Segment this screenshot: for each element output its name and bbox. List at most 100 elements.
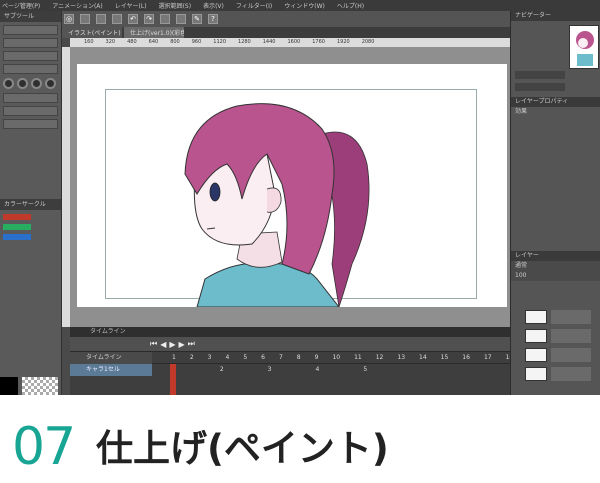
layer-thumbnail (525, 348, 547, 362)
frame-number[interactable]: 1 (172, 352, 176, 364)
red-slider[interactable] (3, 214, 31, 220)
brush-icon[interactable]: ✎ (192, 14, 202, 24)
menu-item-filter[interactable]: フィルター(I) (236, 1, 272, 10)
main-color-swatch[interactable] (0, 377, 18, 395)
tool-slot[interactable] (3, 119, 58, 129)
character-ear (266, 187, 282, 213)
ruler-tick: 1760 (312, 39, 325, 45)
frame-numbers: 1 2 3 4 5 6 7 8 9 10 11 12 13 14 15 16 1… (152, 352, 510, 364)
opacity-value[interactable]: 100 (511, 271, 600, 281)
next-frame-icon[interactable]: ▶ (179, 340, 185, 349)
menu-item-view[interactable]: 表示(V) (203, 1, 224, 10)
layer-panel-header: レイヤー (511, 251, 600, 261)
character-illustration (184, 103, 370, 307)
tool-slot[interactable] (3, 25, 58, 35)
opacity-slider[interactable] (3, 64, 58, 74)
open-file-icon[interactable] (96, 14, 106, 24)
playback-controls: ⏮ ◀ ▶ ▶ ⏭ (70, 337, 510, 351)
step-title: 仕上げ(ペイント) (96, 427, 389, 470)
save-icon[interactable] (112, 14, 122, 24)
layer-list (525, 309, 600, 395)
frame-number[interactable]: 10 (332, 352, 340, 364)
brush-shape-icon[interactable] (17, 78, 28, 89)
left-tool-panel: サブツール カラーサークル (0, 11, 62, 395)
new-file-icon[interactable] (80, 14, 90, 24)
zoom-slider[interactable] (515, 71, 565, 79)
frame-number[interactable]: 11 (354, 352, 362, 364)
layer-item[interactable] (525, 309, 600, 325)
blue-slider[interactable] (3, 234, 31, 240)
redo-icon[interactable]: ↷ (144, 14, 154, 24)
cell-number[interactable]: 5 (363, 364, 367, 376)
frame-number[interactable]: 9 (315, 352, 319, 364)
play-icon[interactable]: ▶ (169, 340, 175, 349)
frame-number[interactable]: 7 (279, 352, 283, 364)
ruler-tick: 1280 (238, 39, 251, 45)
timeline-row-label[interactable]: タイムライン (70, 351, 152, 364)
first-frame-icon[interactable]: ⏮ (150, 339, 157, 349)
app-logo-icon[interactable]: ◎ (64, 14, 74, 24)
brush-size-slider[interactable] (3, 51, 58, 61)
clip-studio-window: ページ管理(P) アニメーション(A) レイヤー(L) 選択範囲(S) 表示(V… (0, 0, 600, 395)
frame-number[interactable]: 8 (297, 352, 301, 364)
frame-number[interactable]: 17 (484, 352, 492, 364)
ruler-tick: 800 (170, 39, 180, 45)
playhead-marker[interactable] (170, 364, 176, 395)
frame-number[interactable]: 12 (376, 352, 384, 364)
brush-shape-icon[interactable] (31, 78, 42, 89)
tab-illustration[interactable]: イラスト(ペイント) (62, 27, 122, 38)
layer-thumbnail (525, 310, 547, 324)
help-icon[interactable]: ? (208, 14, 218, 24)
frame-number[interactable]: 13 (397, 352, 405, 364)
navigator-thumbnail[interactable] (569, 25, 599, 69)
brush-shape-icon[interactable] (3, 78, 14, 89)
tool-slot[interactable] (3, 106, 58, 116)
green-slider[interactable] (3, 224, 31, 230)
undo-icon[interactable]: ↶ (128, 14, 138, 24)
prev-frame-icon[interactable]: ◀ (160, 340, 166, 349)
ruler-tick: 320 (105, 39, 116, 45)
frame-number[interactable]: 2 (190, 352, 194, 364)
menu-item-animation[interactable]: アニメーション(A) (52, 1, 103, 10)
canvas-paper[interactable] (77, 64, 507, 307)
canvas-area[interactable] (70, 47, 510, 327)
frame-number[interactable]: 5 (243, 352, 247, 364)
tool-slot[interactable] (3, 38, 58, 48)
menu-item-selection[interactable]: 選択範囲(S) (159, 1, 192, 10)
blend-mode-select[interactable]: 通常 (511, 261, 600, 271)
color-header: カラーサークル (0, 199, 61, 210)
layer-item[interactable] (525, 366, 600, 382)
menu-item-window[interactable]: ウィンドウ(W) (284, 1, 325, 10)
transform-icon[interactable] (160, 14, 170, 24)
menu-item-help[interactable]: ヘルプ(H) (337, 1, 364, 10)
cell-number[interactable]: 2 (220, 364, 224, 376)
frame-number[interactable]: 16 (462, 352, 470, 364)
ruler-tick: 480 (127, 39, 137, 45)
ruler-top: 160 320 480 640 800 960 1120 1280 1440 1… (70, 38, 510, 47)
cell-number[interactable]: 3 (268, 364, 272, 376)
layer-thumbnail (525, 367, 547, 381)
timeline-panel: タイムライン ⏮ ◀ ▶ ▶ ⏭ タイムライン 1 2 3 4 5 6 7 8 … (70, 327, 510, 395)
cell-numbers: 1 2 3 4 5 (152, 364, 510, 376)
ruler-tick: 640 (148, 39, 159, 45)
cell-number[interactable]: 4 (315, 364, 319, 376)
layer-item[interactable] (525, 328, 600, 344)
frame-number[interactable]: 3 (208, 352, 212, 364)
tool-slot[interactable] (3, 93, 58, 103)
timeline-cell-label[interactable]: キャラ1セル (70, 363, 152, 376)
layer-name-bar (551, 310, 591, 324)
transparent-swatch[interactable] (22, 377, 58, 395)
frame-number[interactable]: 15 (441, 352, 449, 364)
frame-number[interactable]: 14 (419, 352, 427, 364)
frame-number[interactable]: 6 (261, 352, 265, 364)
layer-item[interactable] (525, 347, 600, 363)
ruler-tick: 160 (84, 39, 94, 45)
frame-number[interactable]: 4 (225, 352, 229, 364)
menu-item-layer[interactable]: レイヤー(L) (115, 1, 147, 10)
rotate-slider[interactable] (515, 83, 565, 91)
last-frame-icon[interactable]: ⏭ (188, 339, 195, 349)
deselect-icon[interactable] (176, 14, 186, 24)
tab-finish[interactable]: 仕上げ(ver1.0)(彩色)* (124, 27, 184, 38)
brush-shape-icon[interactable] (45, 78, 56, 89)
menu-item-page[interactable]: ページ管理(P) (2, 1, 40, 10)
